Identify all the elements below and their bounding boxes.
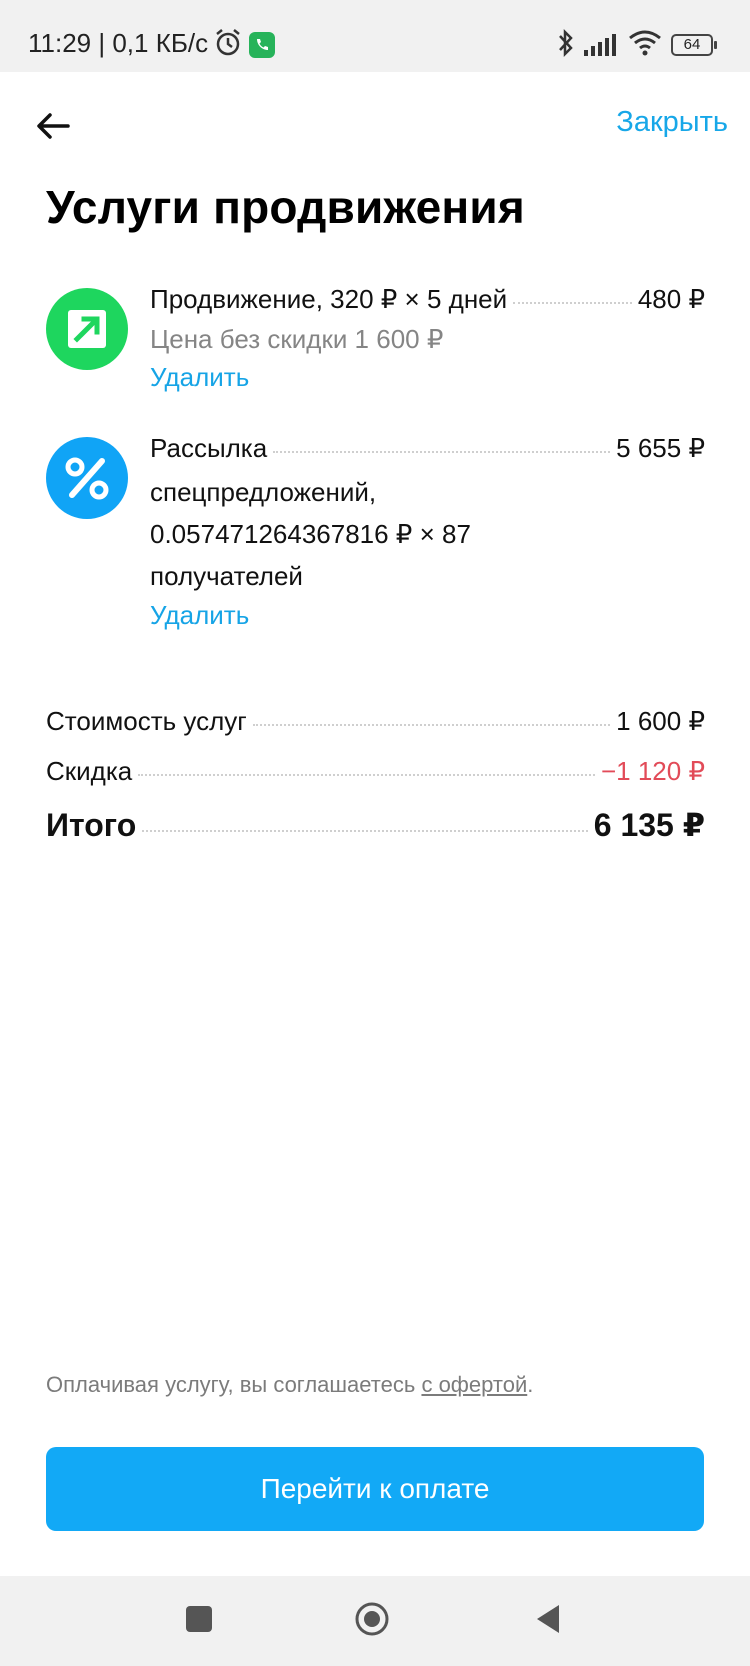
total-value: 6 135 ₽ bbox=[593, 807, 705, 843]
cost-value: 1 600 ₽ bbox=[616, 706, 705, 736]
status-time: 11:29 | 0,1 КБ/с bbox=[28, 28, 209, 58]
service-original-price: Цена без скидки 1 600 ₽ bbox=[150, 324, 444, 354]
dotted-leader bbox=[142, 830, 588, 832]
summary-cost-row: Стоимость услуг 1 600 ₽ bbox=[46, 706, 705, 737]
proceed-to-payment-button[interactable]: Перейти к оплате bbox=[46, 1447, 704, 1531]
service-price: 5 655 ₽ bbox=[616, 433, 705, 463]
bluetooth-icon bbox=[559, 28, 573, 58]
close-link[interactable]: Закрыть bbox=[616, 106, 728, 139]
delete-promotion-link[interactable]: Удалить bbox=[150, 362, 249, 393]
offer-end: . bbox=[527, 1372, 534, 1397]
arrow-up-right-icon bbox=[68, 310, 106, 348]
alarm-icon bbox=[216, 29, 240, 56]
offer-text: Оплачивая услугу, вы соглашаетесь bbox=[46, 1372, 422, 1397]
call-notification-icon bbox=[249, 32, 275, 58]
service-name-line: получателей bbox=[150, 561, 303, 591]
system-back-icon[interactable] bbox=[533, 1602, 563, 1636]
wifi-icon bbox=[629, 30, 661, 56]
delete-mailing-link[interactable]: Удалить bbox=[150, 600, 249, 631]
service-row-mailing: Рассылка 5 655 ₽ bbox=[150, 433, 705, 464]
service-price: 480 ₽ bbox=[637, 284, 705, 314]
service-name-line: спецпредложений, bbox=[150, 477, 377, 507]
dotted-leader bbox=[513, 302, 632, 304]
cost-label: Стоимость услуг bbox=[46, 706, 247, 736]
offer-link[interactable]: с офертой bbox=[421, 1372, 527, 1397]
signal-icon bbox=[584, 34, 616, 56]
discount-value: −1 120 ₽ bbox=[600, 756, 705, 786]
summary-discount-row: Скидка −1 120 ₽ bbox=[46, 756, 705, 787]
mailing-service-icon bbox=[46, 437, 128, 519]
service-row-promotion: Продвижение, 320 ₽ × 5 дней 480 ₽ bbox=[150, 284, 705, 315]
service-name-line: 0.057471264367816 ₽ × 87 bbox=[150, 519, 471, 549]
dotted-leader bbox=[273, 451, 611, 453]
summary-total-row: Итого 6 135 ₽ bbox=[46, 806, 705, 844]
battery-indicator: 64 bbox=[671, 34, 717, 56]
service-name: Продвижение, 320 ₽ × 5 дней bbox=[150, 284, 508, 314]
dotted-leader bbox=[138, 774, 595, 776]
offer-agreement-text: Оплачивая услугу, вы соглашаетесь с офер… bbox=[46, 1372, 533, 1398]
dotted-leader bbox=[252, 724, 611, 726]
recent-apps-icon[interactable] bbox=[186, 1606, 212, 1632]
back-arrow-icon[interactable] bbox=[34, 106, 74, 146]
page-title: Услуги продвижения bbox=[46, 181, 525, 233]
promotion-service-icon bbox=[46, 288, 128, 370]
percent-icon bbox=[65, 457, 109, 500]
service-name: Рассылка bbox=[150, 433, 268, 463]
total-label: Итого bbox=[46, 807, 137, 843]
discount-label: Скидка bbox=[46, 756, 133, 786]
home-icon[interactable] bbox=[355, 1602, 389, 1636]
